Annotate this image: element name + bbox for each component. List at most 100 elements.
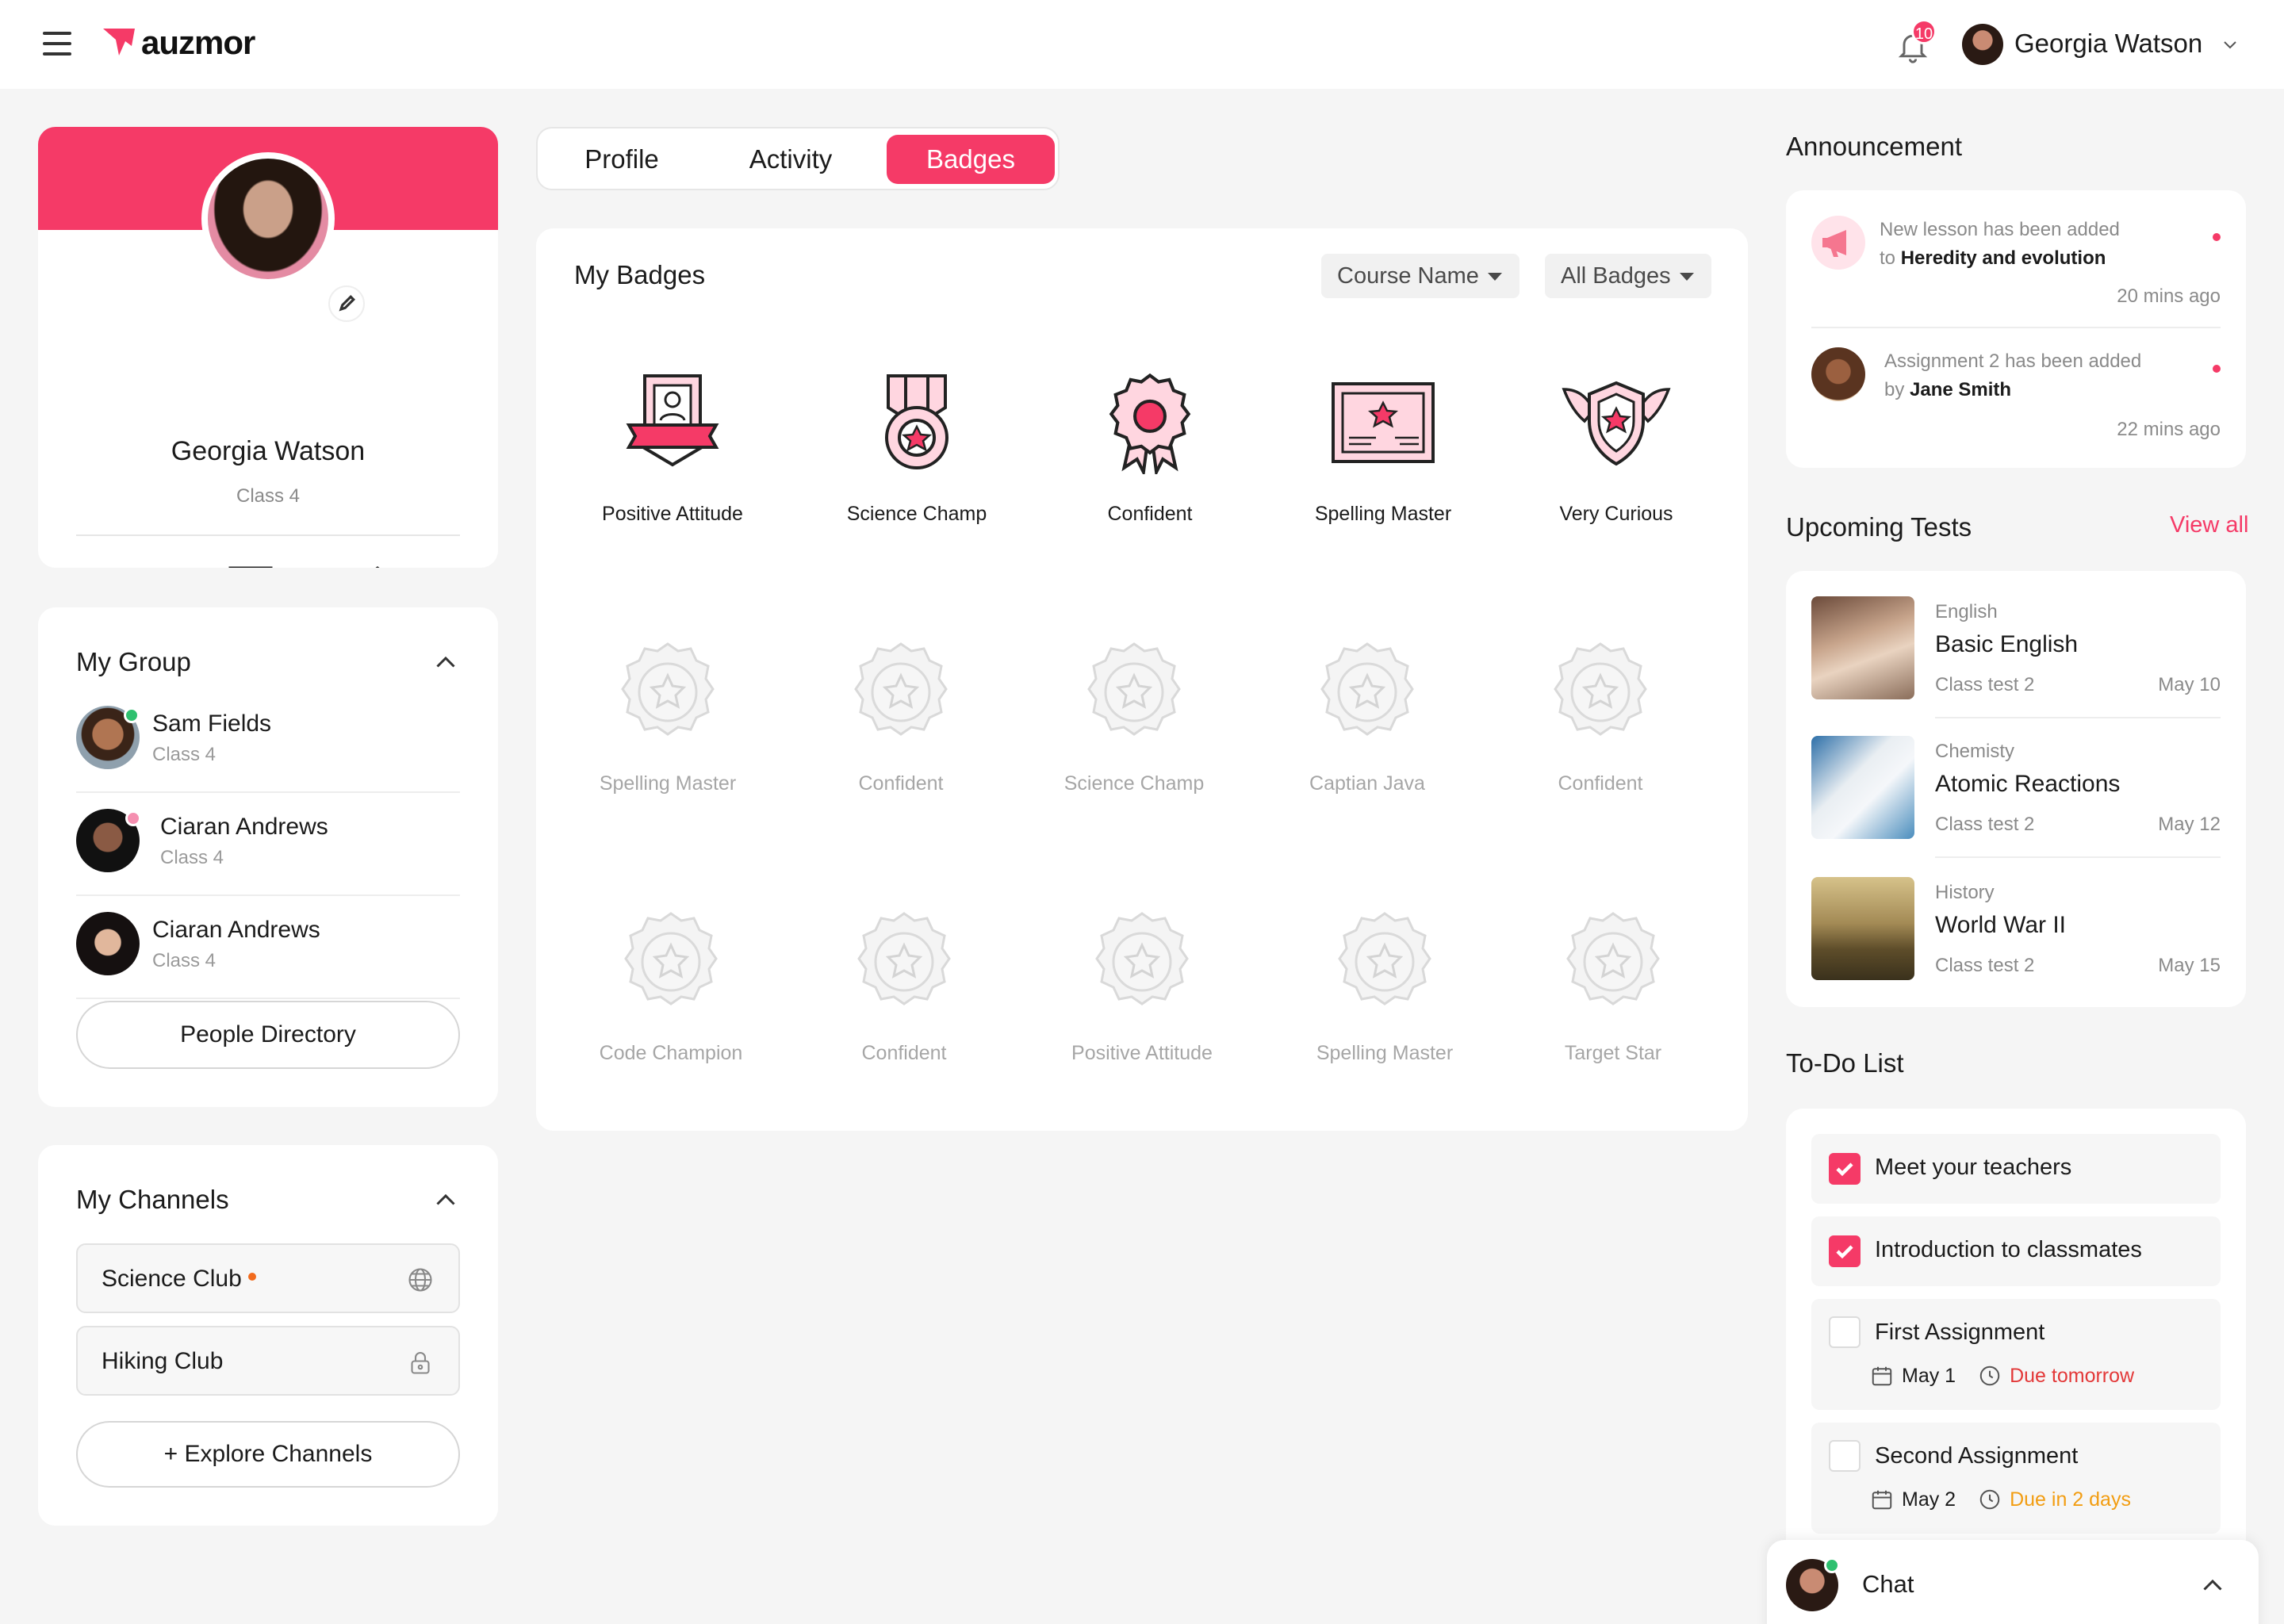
announcement-item[interactable]: New lesson has been added to Heredity an…: [1811, 216, 2221, 319]
clock-icon: [1979, 1489, 2000, 1510]
locked-badge-icon: [1320, 642, 1414, 736]
todo-title: To-Do List: [1786, 1048, 1904, 1078]
test-subject: English: [1935, 601, 1998, 622]
todo-item[interactable]: Meet your teachers: [1811, 1134, 2221, 1204]
logo[interactable]: auzmor: [102, 24, 255, 62]
group-member[interactable]: Ciaran Andrews Class 4: [76, 896, 460, 999]
tab-badges[interactable]: Badges: [887, 135, 1055, 184]
badge-item[interactable]: Very Curious: [1513, 363, 1719, 526]
chevron-up-icon[interactable]: [431, 1186, 460, 1215]
logo-mark-icon: [103, 29, 135, 56]
profile-tabs: Profile Activity Badges: [536, 127, 1060, 190]
lock-icon: [411, 1351, 430, 1374]
user-avatar[interactable]: [1962, 24, 2003, 65]
my-badges-card: My Badges Course Name All Badges Positiv…: [536, 228, 1748, 1131]
locked-badge-icon: [1554, 642, 1647, 736]
due-status: Due in 2 days: [2010, 1488, 2131, 1511]
locked-badge-item[interactable]: Spelling Master: [1282, 902, 1488, 1065]
chat-bar[interactable]: Chat: [1767, 1540, 2259, 1624]
member-class: Class 4: [152, 950, 217, 971]
test-subtitle: Class test 2: [1935, 814, 2035, 835]
test-item[interactable]: History World War II Class test 2 May 15: [1811, 877, 2221, 996]
chevron-up-icon[interactable]: [2198, 1572, 2227, 1600]
test-item[interactable]: English Basic English Class test 2 May 1…: [1811, 596, 2221, 718]
announcement-text: New lesson has been added to Heredity an…: [1880, 219, 2120, 269]
badge-item[interactable]: Positive Attitude: [569, 363, 776, 526]
channel-item-science-club[interactable]: Science Club: [76, 1243, 460, 1313]
profile-name: Georgia Watson: [171, 436, 366, 466]
locked-badge-icon: [1095, 912, 1189, 1005]
view-all-link[interactable]: View all: [2170, 512, 2248, 538]
announcement-time: 20 mins ago: [2117, 285, 2221, 307]
user-name[interactable]: Georgia Watson: [2014, 29, 2202, 59]
tab-profile[interactable]: Profile: [544, 135, 699, 184]
people-directory-button[interactable]: People Directory: [76, 1001, 460, 1069]
member-name: Sam Fields: [152, 710, 272, 737]
profile-avatar: [201, 152, 335, 285]
channel-item-hiking-club[interactable]: Hiking Club: [76, 1326, 460, 1396]
locked-badge-item[interactable]: Confident: [798, 633, 1004, 795]
todo-label: Meet your teachers: [1875, 1155, 2072, 1180]
course-name-dropdown[interactable]: Course Name: [1321, 254, 1519, 298]
test-subtitle: Class test 2: [1935, 674, 2035, 695]
test-title: Basic English: [1935, 631, 2079, 657]
badge-item[interactable]: Spelling Master: [1280, 363, 1486, 526]
locked-badge-icon: [1087, 642, 1181, 736]
announcement-text: Assignment 2 has been added by Jane Smit…: [1884, 350, 2142, 400]
check-icon: [1836, 1162, 1853, 1177]
locked-badge-item[interactable]: Confident: [801, 902, 1007, 1065]
test-item[interactable]: Chemisty Atomic Reactions Class test 2 M…: [1811, 736, 2221, 858]
test-subject: Chemisty: [1935, 741, 2015, 762]
badge-item[interactable]: Confident: [1047, 363, 1253, 526]
upcoming-tests-title: Upcoming Tests: [1786, 512, 1972, 542]
badge-label: Code Champion: [599, 1042, 743, 1064]
test-date: May 15: [2158, 955, 2221, 976]
unread-dot: [247, 1273, 256, 1281]
explore-channels-button[interactable]: + Explore Channels: [76, 1421, 460, 1488]
dollar-medal-icon[interactable]: $: [86, 565, 155, 568]
due-status: Due tomorrow: [2010, 1364, 2135, 1387]
locked-badge-item[interactable]: Confident: [1497, 633, 1703, 795]
badge-label: Target Star: [1564, 1042, 1662, 1064]
member-class: Class 4: [152, 744, 217, 765]
checkbox[interactable]: [1829, 1440, 1861, 1472]
away-status-icon: [125, 810, 141, 826]
locked-badge-item[interactable]: Science Champ: [1031, 633, 1237, 795]
tab-activity[interactable]: Activity: [707, 135, 874, 184]
checkbox-checked[interactable]: [1829, 1235, 1861, 1267]
group-member[interactable]: Ciaran Andrews Class 4: [76, 793, 460, 896]
locked-badge-item[interactable]: Spelling Master: [565, 633, 771, 795]
locked-badge-item[interactable]: Positive Attitude: [1039, 902, 1245, 1065]
announcement-time: 22 mins ago: [2117, 419, 2221, 440]
my-badges-title: My Badges: [574, 260, 706, 289]
unread-dot: [2213, 365, 2221, 373]
medal-star-icon[interactable]: [222, 565, 279, 568]
badge-label: Spelling Master: [1316, 1042, 1454, 1064]
checkbox-checked[interactable]: [1829, 1153, 1861, 1185]
rosette-icon[interactable]: [346, 565, 409, 568]
group-member[interactable]: Sam Fields Class 4: [76, 690, 460, 793]
member-name: Ciaran Andrews: [160, 814, 328, 840]
badge-label: Positive Attitude: [602, 503, 743, 525]
globe-icon: [408, 1268, 432, 1292]
chevron-up-icon[interactable]: [431, 649, 460, 677]
menu-icon[interactable]: [43, 32, 71, 56]
todo-label: Second Assignment: [1875, 1443, 2079, 1469]
locked-badge-item[interactable]: Code Champion: [568, 902, 774, 1065]
chevron-down-icon[interactable]: [2221, 35, 2240, 54]
todo-item[interactable]: First Assignment May 1 Due tomorrow: [1811, 1299, 2221, 1410]
todo-item[interactable]: Introduction to classmates: [1811, 1216, 2221, 1286]
badge-item[interactable]: Science Champ: [814, 363, 1020, 526]
all-badges-dropdown[interactable]: All Badges: [1545, 254, 1711, 298]
announcement-item[interactable]: Assignment 2 has been added by Jane Smit…: [1811, 347, 2221, 450]
caret-down-icon: [1488, 273, 1502, 281]
checkbox[interactable]: [1829, 1316, 1861, 1348]
edit-avatar-button[interactable]: [328, 285, 365, 322]
locked-badge-icon: [857, 912, 951, 1005]
member-avatar: [76, 912, 140, 975]
rosette-icon: [1109, 373, 1191, 474]
locked-badge-item[interactable]: Captian Java: [1264, 633, 1470, 795]
locked-badge-item[interactable]: Target Star: [1510, 902, 1716, 1065]
my-group-title: My Group: [76, 647, 191, 676]
todo-item[interactable]: Second Assignment May 2 Due in 2 days: [1811, 1423, 2221, 1534]
